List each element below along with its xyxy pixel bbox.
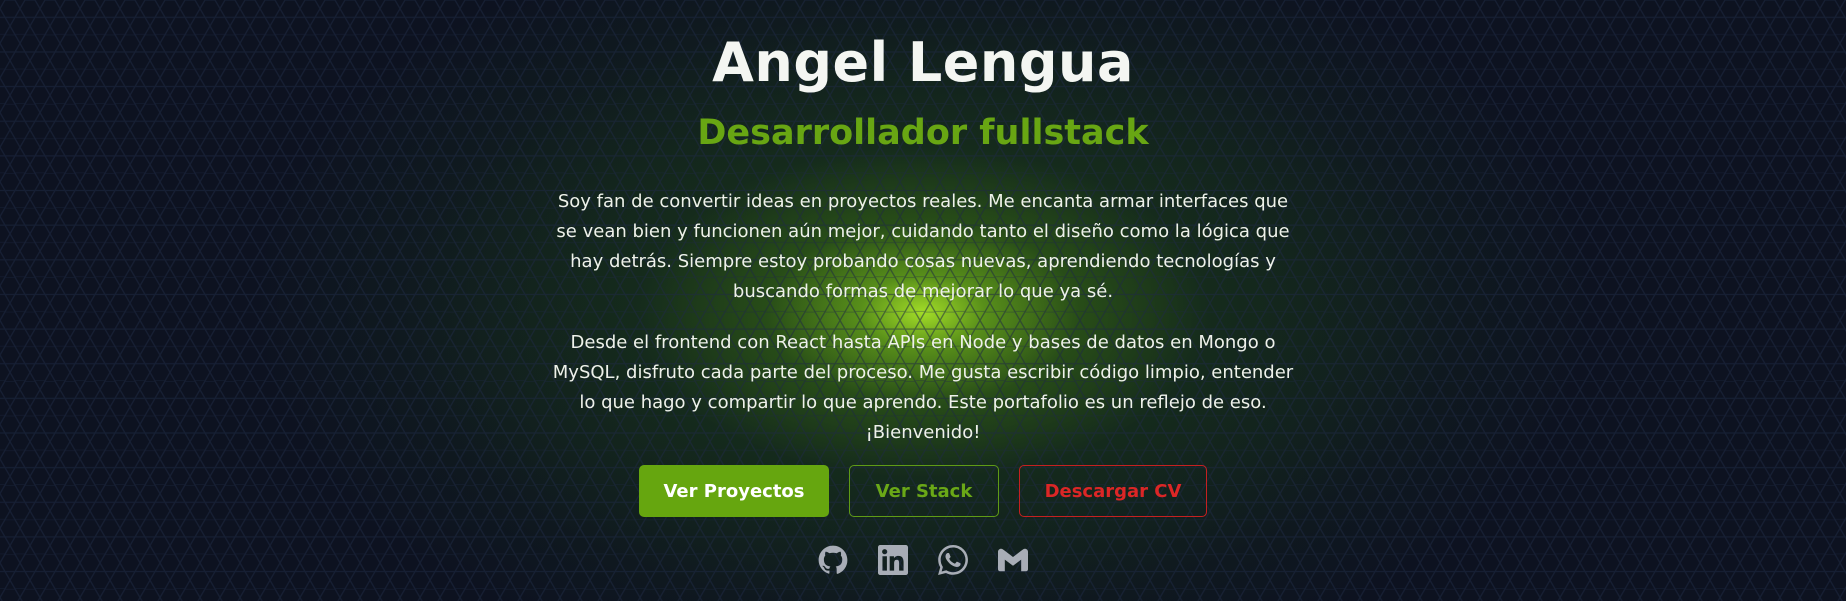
github-icon [818,545,848,574]
hero-section: Angel Lengua Desarrollador fullstack Soy… [0,0,1846,601]
about-paragraph-1: Soy fan de convertir ideas en proyectos … [556,191,1290,302]
whatsapp-icon [938,545,968,575]
role-subtitle: Desarrollador fullstack [697,113,1149,153]
download-cv-button[interactable]: Descargar CV [1019,465,1207,517]
view-stack-button[interactable]: Ver Stack [849,465,999,517]
linkedin-link[interactable] [878,545,908,575]
view-projects-button[interactable]: Ver Proyectos [639,465,829,517]
github-link[interactable] [818,545,848,575]
gmail-icon [998,548,1028,572]
action-buttons: Ver Proyectos Ver Stack Descargar CV [0,465,1846,517]
name-title: Angel Lengua [712,31,1134,94]
gmail-link[interactable] [998,545,1028,575]
social-links [0,545,1846,575]
about-paragraph-2: Desde el frontend con React hasta APIs e… [552,332,1294,443]
whatsapp-link[interactable] [938,545,968,575]
linkedin-icon [878,545,908,575]
